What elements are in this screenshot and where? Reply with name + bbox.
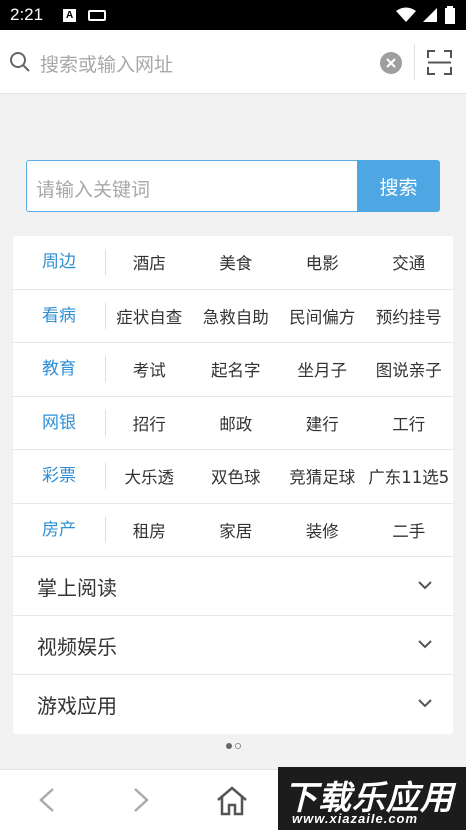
divider (414, 44, 415, 80)
category-grid: 周边 酒店 美食 电影 交通 看病 症状自查 急救自助 民间偏方 预约挂号 教育 考试 起名字 坐月子 图说… (13, 236, 453, 557)
address-bar: 搜索或输入网址 (0, 30, 466, 94)
page-dot (235, 743, 241, 749)
category-link[interactable]: 广东11选5 (366, 464, 453, 488)
category-label[interactable]: 房产 (13, 516, 106, 543)
category-link[interactable]: 招行 (106, 411, 193, 435)
category-link[interactable]: 考试 (106, 357, 193, 381)
chevron-down-icon (418, 581, 432, 590)
watermark: 下载乐应用 www.xiazaiIe.com (278, 767, 466, 830)
category-link[interactable]: 双色球 (193, 464, 280, 488)
search-button[interactable]: 搜索 (357, 160, 440, 212)
category-link[interactable]: 症状自查 (106, 304, 193, 328)
section-title: 掌上阅读 (37, 575, 117, 600)
section-title: 视频娱乐 (37, 634, 117, 659)
category-label[interactable]: 网银 (13, 409, 106, 436)
category-link[interactable]: 交通 (366, 250, 453, 274)
category-link[interactable]: 邮政 (193, 411, 280, 435)
category-row: 彩票 大乐透 双色球 竞猜足球 广东11选5 (13, 450, 453, 504)
search-icon[interactable] (9, 51, 31, 73)
status-time: 2:21 (10, 5, 44, 24)
category-row: 房产 租房 家居 装修 二手 (13, 504, 453, 557)
keyword-input[interactable]: 请输入关键词 (26, 160, 357, 212)
category-link[interactable]: 大乐透 (106, 464, 193, 488)
category-row: 网银 招行 邮政 建行 工行 (13, 397, 453, 450)
category-label[interactable]: 教育 (13, 356, 106, 383)
category-link[interactable]: 美食 (193, 250, 280, 274)
keyword-placeholder: 请输入关键词 (36, 179, 151, 201)
category-link[interactable]: 竞猜足球 (279, 464, 366, 488)
home-icon[interactable] (216, 786, 248, 816)
category-link[interactable]: 坐月子 (279, 357, 366, 381)
category-label[interactable]: 看病 (13, 302, 106, 329)
keyboard-icon (88, 9, 107, 21)
signal-icon (423, 8, 437, 22)
status-bar: 2:21 A (0, 0, 466, 30)
category-label[interactable]: 周边 (13, 249, 106, 276)
wifi-icon (396, 7, 416, 22)
back-icon[interactable] (36, 787, 58, 813)
clear-icon[interactable] (380, 52, 402, 74)
scan-icon[interactable] (427, 50, 452, 75)
category-link[interactable]: 租房 (106, 518, 193, 542)
address-input[interactable]: 搜索或输入网址 (40, 50, 173, 77)
category-link[interactable]: 电影 (279, 250, 366, 274)
category-row: 看病 症状自查 急救自助 民间偏方 预约挂号 (13, 290, 453, 343)
category-link[interactable]: 酒店 (106, 250, 193, 274)
section-title: 游戏应用 (37, 694, 117, 718)
category-link[interactable]: 装修 (279, 518, 366, 542)
battery-icon (445, 6, 455, 24)
chevron-down-icon (418, 640, 432, 649)
category-link[interactable]: 家居 (193, 518, 280, 542)
navigation-panel: 周边 酒店 美食 电影 交通 看病 症状自查 急救自助 民间偏方 预约挂号 教育 考试 起名字 坐月子 图说… (13, 236, 453, 734)
page-indicator (226, 743, 241, 749)
category-link[interactable]: 图说亲子 (366, 357, 453, 381)
category-label[interactable]: 彩票 (13, 463, 106, 490)
section-row[interactable]: 掌上阅读 (13, 557, 453, 616)
category-link[interactable]: 预约挂号 (366, 304, 453, 328)
keyword-search: 请输入关键词 搜索 (26, 160, 440, 212)
category-row: 教育 考试 起名字 坐月子 图说亲子 (13, 343, 453, 397)
watermark-url: www.xiazaiIe.com (292, 811, 419, 826)
category-link[interactable]: 起名字 (193, 357, 280, 381)
category-link[interactable]: 民间偏方 (279, 304, 366, 328)
category-link[interactable]: 建行 (279, 411, 366, 435)
category-link[interactable]: 工行 (366, 411, 453, 435)
category-link[interactable]: 急救自助 (193, 304, 280, 328)
forward-icon[interactable] (130, 787, 152, 813)
notification-icon: A (63, 8, 77, 22)
chevron-down-icon (418, 699, 432, 708)
section-row[interactable]: 视频娱乐 (13, 616, 453, 675)
section-row[interactable]: 游戏应用 (13, 675, 453, 734)
category-link[interactable]: 二手 (366, 518, 453, 542)
category-row: 周边 酒店 美食 电影 交通 (13, 236, 453, 290)
section-list: 掌上阅读视频娱乐游戏应用 (13, 557, 453, 734)
page-dot (226, 743, 232, 749)
